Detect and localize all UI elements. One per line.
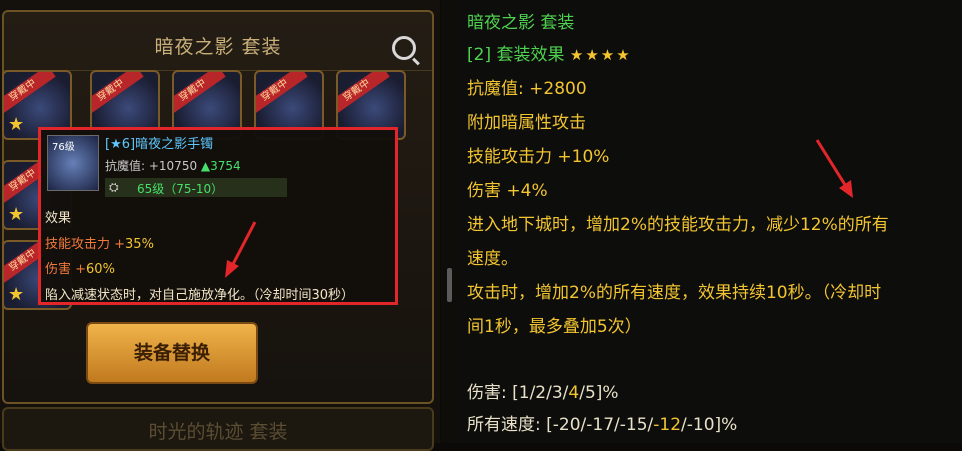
next-set-panel[interactable]: 时光的轨迹 套装 xyxy=(2,407,434,451)
set-panel-header: 暗夜之影 套装 xyxy=(4,12,432,71)
damage-range-highlight: 4 xyxy=(568,383,580,403)
divider-grip-icon[interactable] xyxy=(447,268,452,302)
set-effect-panel: 暗夜之影 套装 [2] 套装效果 ★★★★ 抗魔值: +2800 附加暗属性攻击… xyxy=(459,0,962,443)
set-effect-line: 进入地下城时，增加2%的技能攻击力，减少12%的所有 xyxy=(467,215,889,235)
effect-value: 35% xyxy=(125,237,154,252)
star-rating-icon: ★★★★ xyxy=(569,46,632,64)
equipment-panel: 暗夜之影 套装 穿戴中 ★ 穿戴中 穿戴中 穿戴中 穿戴中 穿戴中 ★ 穿戴中 ★ 7… xyxy=(0,0,440,451)
effect-line: 伤害 +60% xyxy=(45,258,115,277)
set-effect-line: 附加暗属性攻击 xyxy=(467,113,586,133)
equipped-tag: 穿戴中 xyxy=(92,72,144,117)
bracelet-icon: 76级 xyxy=(47,135,99,191)
split-divider[interactable] xyxy=(441,0,459,443)
set-effect-line: 伤害 +4% xyxy=(467,181,548,201)
stat-increase: ▲3754 xyxy=(200,159,241,173)
item-tooltip: 76级 [★6]暗夜之影手镯 抗魔值: +10750 ▲3754 ⛭ 65级（7… xyxy=(38,127,398,305)
effect-label: 技能攻击力 + xyxy=(45,237,126,252)
set-effect-line: 攻击时，增加2%的所有速度，效果持续10秒。（冷却时 xyxy=(467,283,882,303)
set-effect-line: 间1秒，最多叠加5次） xyxy=(467,317,642,337)
annotation-arrow-icon xyxy=(815,139,853,198)
star-icon: ★ xyxy=(8,284,25,305)
speed-range-highlight: -12 xyxy=(653,415,682,435)
equipped-tag: 穿戴中 xyxy=(174,72,226,117)
stat-label: 抗魔值: +10750 xyxy=(105,159,198,173)
item-level-label: 76级 xyxy=(52,142,75,153)
effect-description: 陷入减速状态时，对自己施放净化。（冷却时间30秒） xyxy=(45,288,355,303)
damage-range-rest: /5]% xyxy=(579,383,619,403)
effect-line: 技能攻击力 +35% xyxy=(45,233,154,252)
item-stat: 抗魔值: +10750 ▲3754 xyxy=(105,157,241,174)
speed-range-line: 所有速度: [-20/-17/-15/-12/-10]% xyxy=(467,410,737,435)
search-icon[interactable] xyxy=(392,36,416,60)
set-effect-line: 速度。 xyxy=(467,249,518,269)
damage-range-line: 伤害: [1/2/3/4/5]% xyxy=(467,378,619,403)
set-name: 暗夜之影 套装 xyxy=(467,13,575,33)
set-effect-line: 抗魔值: +2800 xyxy=(467,79,587,99)
damage-range-label: 伤害: [1/2/3/ xyxy=(467,383,569,403)
set-effect-label: [2] 套装效果 xyxy=(467,45,565,65)
effect-heading: 效果 xyxy=(45,211,72,226)
equipped-tag: 穿戴中 xyxy=(338,72,390,117)
speed-range-rest: /-10]% xyxy=(681,415,738,435)
star-icon: ★ xyxy=(8,114,25,135)
next-set-title: 时光的轨迹 套装 xyxy=(148,421,288,443)
set-effect-line: 技能攻击力 +10% xyxy=(467,147,610,167)
equipped-tag: 穿戴中 xyxy=(4,72,56,117)
set-effect-header: [2] 套装效果 ★★★★ xyxy=(467,40,632,65)
star-icon: ★ xyxy=(8,204,25,225)
effect-label: 伤害 + xyxy=(45,262,87,277)
set-title: 暗夜之影 套装 xyxy=(154,36,282,58)
equipment-swap-button[interactable]: 装备替换 xyxy=(86,322,258,384)
level-text: 65级（75-10） xyxy=(137,182,224,196)
item-level-bar: ⛭ 65级（75-10） xyxy=(105,178,287,197)
annotation-arrow-icon xyxy=(225,221,257,278)
speed-range-label: 所有速度: [-20/-17/-15/ xyxy=(467,415,654,435)
equipped-tag: 穿戴中 xyxy=(256,72,308,117)
gear-icon: ⛭ xyxy=(109,180,119,194)
effect-value: 60% xyxy=(86,262,115,277)
item-name: [★6]暗夜之影手镯 xyxy=(105,137,214,152)
